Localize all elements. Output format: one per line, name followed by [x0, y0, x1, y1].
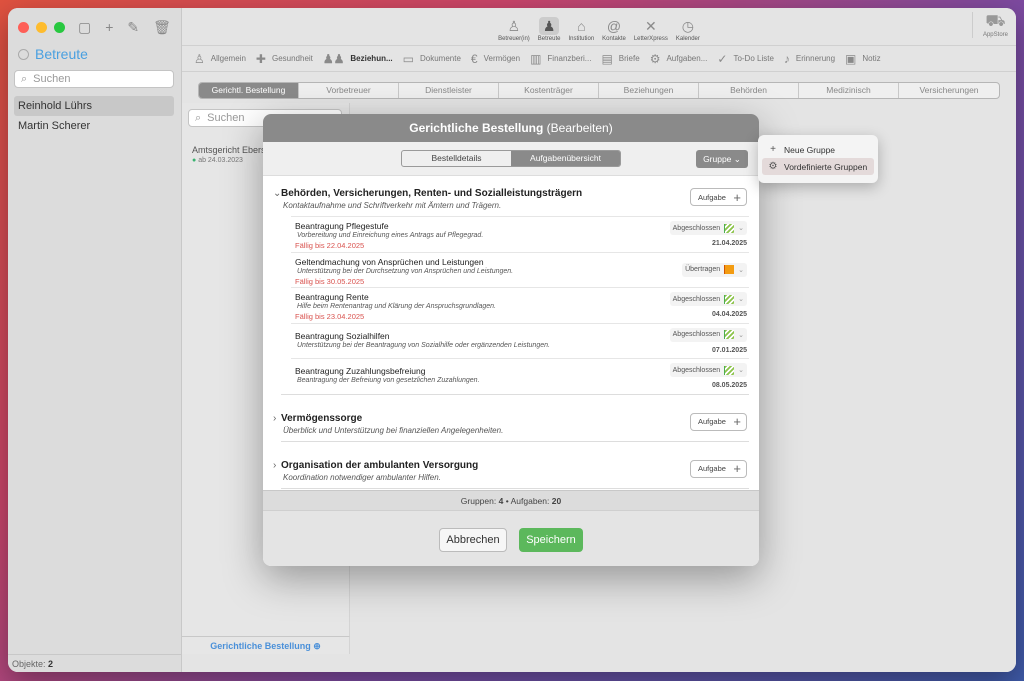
stats-groups-label: Gruppen: [460, 496, 497, 506]
plus-icon: + [733, 461, 741, 476]
task-description: Vorbereitung und Einreichung eines Antra… [297, 232, 484, 239]
gear-icon: ⚙ [768, 161, 778, 172]
task-title: Beantragung Sozialhilfen [295, 330, 390, 341]
task-completed-date: 08.05.2025 [711, 382, 747, 389]
status-label: Abgeschlossen [672, 331, 721, 338]
task-status-dropdown[interactable]: Abgeschlossen ⌄ [669, 327, 747, 342]
gruppe-label: Gruppe [703, 154, 732, 164]
group-title: Organisation der ambulanten Versorgung [281, 459, 479, 471]
stats-tasks-count: 20 [551, 496, 562, 506]
task-group: › Vermögenssorge Überblick und Unterstütz… [273, 409, 749, 442]
segment-bestelldetails[interactable]: Bestelldetails [402, 151, 511, 166]
task-row[interactable]: Beantragung Sozialhilfen Unterstützung b… [291, 322, 749, 359]
dialog-title-suffix: (Bearbeiten) [546, 121, 613, 135]
task-due: Fällig bis 30.05.2025 [295, 276, 365, 286]
task-completed-date: 21.04.2025 [711, 240, 747, 247]
cancel-button[interactable]: Abbrechen [439, 528, 507, 552]
flag-icon [724, 265, 735, 274]
task-title: Beantragung Zuzahlungsbefreiung [295, 366, 426, 376]
task-group: › Organisation der ambulanten Versorgung … [273, 456, 749, 489]
checkered-flag-icon [724, 223, 735, 233]
add-task-button[interactable]: Aufgabe + [690, 188, 747, 206]
chevron-down-icon: ⌄ [738, 225, 744, 232]
stats-groups-count: 4 [498, 496, 504, 506]
plus-icon: + [733, 189, 741, 205]
add-task-button[interactable]: Aufgabe + [690, 412, 747, 431]
chevron-down-icon: ⌄ [738, 367, 744, 374]
dialog-title-main: Gerichtliche Bestellung [409, 121, 544, 135]
chevron-down-icon: ⌄ [738, 266, 744, 274]
add-task-label: Aufgabe [698, 464, 726, 473]
task-title: Geltendmachung von Ansprüchen und Leistu… [295, 256, 484, 267]
status-label: Abgeschlossen [672, 295, 721, 303]
dialog-title: Gerichtliche Bestellung (Bearbeiten) [263, 114, 759, 142]
edit-dialog: Gerichtliche Bestellung (Bearbeiten) Bes… [263, 114, 759, 566]
dialog-footer: Abbrechen Speichern [263, 510, 759, 566]
task-status-dropdown[interactable]: Übertragen ⌄ [682, 262, 747, 277]
task-due: Fällig bis 22.04.2025 [295, 241, 365, 250]
chevron-down-icon: ⌄ [733, 154, 741, 164]
group-description: Kontaktaufnahme und Schriftverkehr mit Ä… [283, 201, 502, 210]
task-status-dropdown[interactable]: Abgeschlossen ⌄ [669, 363, 747, 377]
stats-separator: • [505, 496, 509, 506]
task-description: Unterstützung bei der Beantragung von So… [297, 341, 550, 349]
chevron-down-icon[interactable]: ⌄ [273, 188, 281, 199]
task-description: Hilfe beim Rentenantrag und Klärung der … [297, 303, 496, 310]
save-button[interactable]: Speichern [519, 528, 583, 552]
task-title: Beantragung Pflegestufe [295, 221, 389, 231]
add-task-label: Aufgabe [698, 192, 726, 202]
checkered-flag-icon [724, 330, 735, 339]
task-description: Beantragung der Befreiung von gesetzlich… [297, 377, 480, 384]
status-label: Abgeschlossen [672, 366, 721, 374]
task-group: ⌄Behörden, Versicherungen, Renten- und S… [273, 184, 749, 395]
dialog-stats: Gruppen: 4 • Aufgaben: 20 [263, 490, 759, 510]
chevron-down-icon: ⌄ [738, 331, 744, 339]
menu-item-new-group[interactable]: + Neue Gruppe [762, 141, 874, 158]
stats-tasks-label: Aufgaben: [510, 496, 550, 506]
status-label: Übertragen [685, 266, 721, 273]
group-title: Vermögenssorge [281, 412, 363, 424]
plus-icon: + [733, 414, 741, 429]
group-header[interactable]: › Vermögenssorge Überblick und Unterstütz… [273, 409, 749, 441]
task-title: Beantragung Rente [295, 292, 369, 302]
segment-aufgabenuebersicht[interactable]: Aufgabenübersicht [511, 151, 620, 166]
add-task-button[interactable]: Aufgabe + [690, 459, 747, 478]
task-row[interactable]: Geltendmachung von Ansprüchen und Leistu… [291, 251, 749, 288]
add-task-label: Aufgabe [698, 417, 726, 426]
task-completed-date: 07.01.2025 [711, 346, 747, 354]
checkered-flag-icon [724, 294, 735, 304]
plus-icon: + [770, 144, 776, 155]
group-title: Behörden, Versicherungen, Renten- und So… [281, 188, 583, 199]
task-due: Fällig bis 23.04.2025 [295, 312, 365, 321]
task-status-dropdown[interactable]: Abgeschlossen ⌄ [669, 292, 747, 306]
chevron-down-icon: ⌄ [738, 296, 744, 303]
group-header[interactable]: › Organisation der ambulanten Versorgung … [273, 456, 749, 488]
task-status-dropdown[interactable]: Abgeschlossen ⌄ [669, 221, 747, 235]
task-row[interactable]: Beantragung Rente Hilfe beim Rentenantra… [291, 287, 749, 323]
chevron-right-icon[interactable]: › [273, 460, 281, 471]
task-completed-date: 04.04.2025 [711, 311, 747, 318]
status-label: Abgeschlossen [672, 224, 721, 232]
dialog-segment-row: Bestelldetails Aufgabenübersicht Gruppe … [263, 142, 759, 176]
view-segmented-control: Bestelldetails Aufgabenübersicht [401, 150, 621, 167]
task-description: Unterstützung bei der Durchsetzung von A… [297, 267, 514, 275]
menu-item-predefined-groups[interactable]: ⚙ Vordefinierte Gruppen [762, 158, 874, 175]
gruppe-dropdown-button[interactable]: Gruppe ⌄ [696, 150, 748, 168]
task-groups: ⌄Behörden, Versicherungen, Renten- und S… [263, 176, 759, 490]
checkered-flag-icon [724, 365, 735, 375]
menu-item-label: Neue Gruppe [784, 144, 836, 155]
group-description: Koordination notwendiger ambulanter Hilf… [283, 472, 441, 482]
task-row[interactable]: Beantragung Pflegestufe Vorbereitung und… [291, 216, 749, 252]
menu-item-label: Vordefinierte Gruppen [784, 161, 868, 172]
group-header[interactable]: ⌄Behörden, Versicherungen, Renten- und S… [273, 184, 749, 216]
gruppe-menu: + Neue Gruppe ⚙ Vordefinierte Gruppen [758, 135, 878, 183]
chevron-right-icon[interactable]: › [273, 413, 281, 424]
group-description: Überblick und Unterstützung bei finanzie… [283, 425, 504, 435]
task-row[interactable]: Beantragung Zuzahlungsbefreiung Beantrag… [291, 358, 749, 394]
